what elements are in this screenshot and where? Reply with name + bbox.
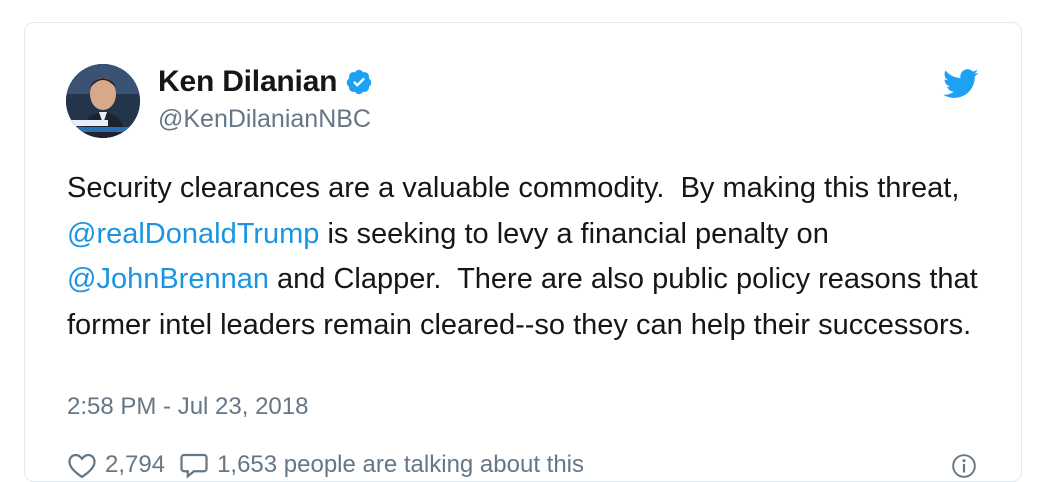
author-display-name[interactable]: Ken Dilanian <box>158 65 338 99</box>
heart-icon <box>68 453 96 479</box>
avatar-photo-icon <box>66 64 140 138</box>
verified-badge-icon <box>345 68 373 96</box>
mention-link-realdonaldtrump[interactable]: @realDonaldTrump <box>67 218 319 250</box>
tweet-text-part-1: Security clearances are a valuable commo… <box>67 172 968 204</box>
tweet-text: Security clearances are a valuable commo… <box>67 166 987 348</box>
mention-link-johnbrennan[interactable]: @JohnBrennan <box>67 263 269 295</box>
replies-label: 1,653 people are talking about this <box>217 451 584 478</box>
twitter-bird-icon[interactable] <box>943 69 979 99</box>
tweet-text-part-2: is seeking to levy a financial penalty o… <box>319 217 837 250</box>
tweet-timestamp[interactable]: 2:58 PM - Jul 23, 2018 <box>67 393 308 421</box>
author-handle[interactable]: @KenDilanianNBC <box>158 105 371 134</box>
like-count: 2,794 <box>105 451 166 478</box>
tweet-actions: 2,794 1,653 people are talking about thi… <box>67 447 598 481</box>
reply-button[interactable]: 1,653 people are talking about this <box>179 451 584 479</box>
like-button[interactable]: 2,794 <box>67 451 165 479</box>
tweet-card: Ken Dilanian @KenDilanianNBC Security cl… <box>24 22 1022 482</box>
author-name-row: Ken Dilanian <box>158 65 373 99</box>
comment-bubble-icon <box>180 453 208 479</box>
avatar[interactable] <box>66 64 140 138</box>
info-icon[interactable] <box>951 453 977 479</box>
